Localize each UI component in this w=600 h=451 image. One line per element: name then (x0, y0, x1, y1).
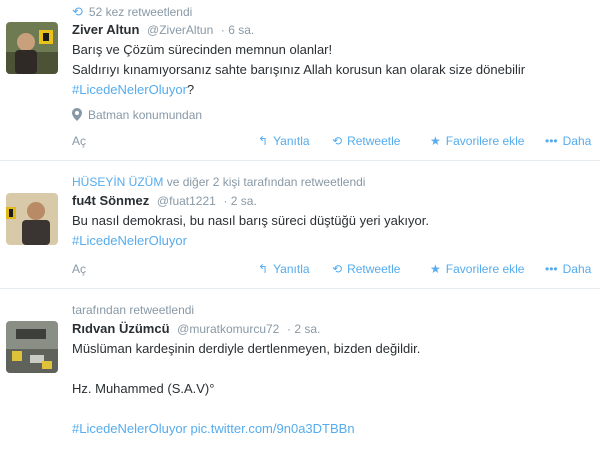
tweet-actions: Aç ↰ Yanıtla ⟲ Retweetle ★ Favorilere ekle … (0, 262, 600, 278)
tweet-text: Müslüman kardeşinin derdiyle dertlenmeye… (72, 341, 421, 436)
retweet-icon: ⟲ (72, 4, 83, 19)
timestamp[interactable]: · 2 sa. (287, 322, 320, 336)
username[interactable]: @muratkomurcu72 (177, 322, 279, 336)
favorite-button[interactable]: ★ Favorilere ekle (430, 262, 524, 276)
more-dots-icon: ••• (545, 134, 558, 148)
tweet-header: fu4t Sönmez @fuat1221 · 2 sa. (72, 193, 257, 208)
retweet-context: ⟲ 52 kez retweetlendi (72, 4, 193, 19)
timestamp[interactable]: · 6 sa. (221, 23, 254, 37)
fullname[interactable]: Rıdvan Üzümcü (72, 321, 170, 336)
map-pin-icon (72, 108, 88, 122)
fullname[interactable]: Ziver Altun (72, 22, 139, 37)
timestamp[interactable]: · 2 sa. (223, 194, 256, 208)
hashtag-link[interactable]: #LicedeNelerOluyor (72, 82, 187, 97)
username[interactable]: @ZiverAltun (147, 23, 213, 37)
star-icon: ★ (430, 262, 441, 276)
avatar[interactable] (6, 321, 58, 373)
retweet-icon: ⟲ (332, 134, 343, 148)
favorite-button[interactable]: ★ Favorilere ekle (430, 134, 524, 148)
tweet-actions: Aç ↰ Yanıtla ⟲ Retweetle ★ Favorilere ekle … (0, 134, 600, 150)
retweeter-link[interactable]: HÜSEYİN ÜZÜM (72, 175, 163, 189)
tweet-header: Rıdvan Üzümcü @muratkomurcu72 · 2 sa. (72, 321, 320, 336)
geo-location[interactable]: Batman konumundan (72, 108, 202, 122)
avatar[interactable] (6, 193, 58, 245)
fullname[interactable]: fu4t Sönmez (72, 193, 149, 208)
avatar[interactable] (6, 22, 58, 74)
more-dots-icon: ••• (545, 262, 558, 276)
reply-icon: ↰ (258, 134, 269, 148)
reply-button[interactable]: ↰ Yanıtla (258, 134, 310, 148)
open-link[interactable]: Aç (72, 134, 86, 148)
retweet-context: HÜSEYİN ÜZÜM ve diğer 2 kişi tarafından … (72, 175, 366, 189)
star-icon: ★ (430, 134, 441, 148)
tweet-3: tarafından retweetlendi Rıdvan Üzümcü @m… (0, 288, 600, 451)
tweet-1: ⟲ 52 kez retweetlendi Ziver Altun @ZiverA… (0, 0, 600, 158)
reply-icon: ↰ (258, 262, 269, 276)
reply-button[interactable]: ↰ Yanıtla (258, 262, 310, 276)
retweet-button[interactable]: ⟲ Retweetle (332, 262, 400, 276)
open-link[interactable]: Aç (72, 262, 86, 276)
tweet-header: Ziver Altun @ZiverAltun · 6 sa. (72, 22, 254, 37)
more-button[interactable]: ••• Daha (545, 134, 591, 148)
hashtag-link[interactable]: #LicedeNelerOluyor (72, 421, 187, 436)
tweet-2: HÜSEYİN ÜZÜM ve diğer 2 kişi tarafından … (0, 160, 600, 287)
retweet-context: tarafından retweetlendi (72, 303, 195, 317)
tweet-text: Bu nasıl demokrasi, bu nasıl barış sürec… (72, 213, 429, 248)
retweet-button[interactable]: ⟲ Retweetle (332, 134, 400, 148)
media-link[interactable]: pic.twitter.com/9n0a3DTBBn (191, 421, 355, 436)
hashtag-link[interactable]: #LicedeNelerOluyor (72, 233, 187, 248)
retweet-icon: ⟲ (332, 262, 343, 276)
tweet-text: Barış ve Çözüm sürecinden memnun olanlar… (72, 42, 526, 97)
more-button[interactable]: ••• Daha (545, 262, 591, 276)
username[interactable]: @fuat1221 (157, 194, 216, 208)
